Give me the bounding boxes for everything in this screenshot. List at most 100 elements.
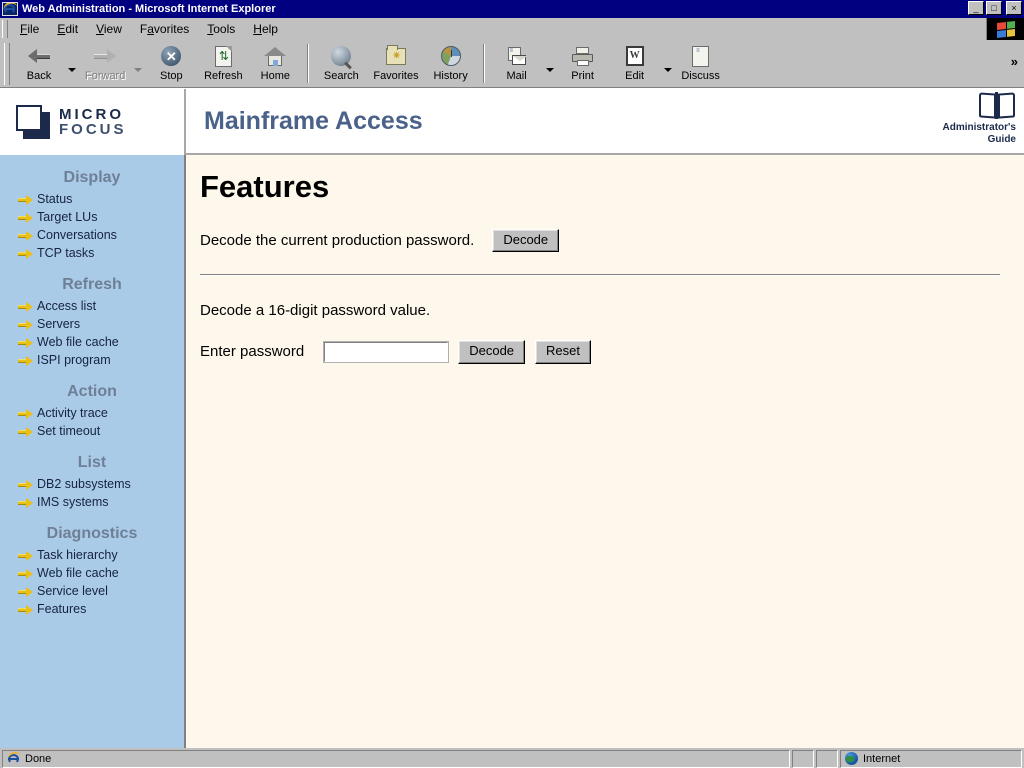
edit-dropdown-caret-icon[interactable]: [661, 40, 675, 87]
close-button[interactable]: ×: [1006, 1, 1022, 15]
sidebar-item-db2-subsystems[interactable]: DB2 subsystems: [0, 475, 184, 493]
toolbar-favorites-label: Favorites: [373, 70, 418, 82]
forward-arrow-icon: [94, 44, 116, 68]
toolbar-discuss-button[interactable]: ≡ Discuss: [675, 40, 727, 87]
mail-dropdown-caret-icon[interactable]: [543, 40, 557, 87]
sidebar-item-target-lus[interactable]: Target LUs: [0, 208, 184, 226]
decode-value-text: Decode a 16-digit password value.: [200, 302, 430, 319]
ie-animated-logo: [986, 18, 1024, 40]
toolbar-print-label: Print: [571, 70, 594, 82]
restore-button[interactable]: □: [986, 1, 1002, 15]
sidebar-item-ispi-program[interactable]: ISPI program: [0, 351, 184, 369]
nav-group-display: Display Status Target LUs Conversations …: [0, 167, 184, 262]
toolbar-overflow-chevron-icon[interactable]: »: [1011, 54, 1018, 69]
sidebar-label: Features: [37, 602, 86, 616]
window-title-bar: Web Administration - Microsoft Internet …: [0, 0, 1024, 18]
sidebar-label: Servers: [37, 317, 80, 331]
sidebar-item-access-list[interactable]: Access list: [0, 297, 184, 315]
toolbar-edit-label: Edit: [625, 70, 644, 82]
decode-current-button[interactable]: Decode: [492, 229, 559, 252]
brand-line-1: MICRO: [59, 107, 127, 122]
toolbar-back-button[interactable]: Back: [13, 40, 65, 87]
arrow-bullet-icon: [18, 587, 34, 596]
menu-item-edit[interactable]: Edit: [48, 20, 87, 38]
stop-icon: ✕: [161, 44, 181, 68]
arrow-bullet-icon: [18, 195, 34, 204]
discuss-icon: ≡: [692, 44, 709, 68]
toolbar-mail-button[interactable]: ≡ Mail: [491, 40, 543, 87]
sidebar-label: DB2 subsystems: [37, 477, 131, 491]
menu-item-tools[interactable]: Tools: [198, 20, 244, 38]
guide-label-line-1: Administrator's: [942, 122, 1016, 133]
sidebar-item-ims-systems[interactable]: IMS systems: [0, 493, 184, 511]
toolbar-home-button[interactable]: Home: [249, 40, 301, 87]
arrow-bullet-icon: [18, 409, 34, 418]
status-message-panel: Done: [2, 750, 790, 768]
sidebar-label: TCP tasks: [37, 246, 94, 260]
sidebar-item-set-timeout[interactable]: Set timeout: [0, 422, 184, 440]
administrators-guide-link[interactable]: Administrator's Guide: [942, 91, 1016, 145]
password-form-row: Enter password Decode Reset: [200, 340, 1000, 363]
sidebar-item-servers[interactable]: Servers: [0, 315, 184, 333]
toolbar-favorites-button[interactable]: ✷ Favorites: [367, 40, 424, 87]
main-content: Features Decode the current production p…: [186, 155, 1024, 748]
window-title-text: Web Administration - Microsoft Internet …: [22, 3, 276, 15]
arrow-bullet-icon: [18, 356, 34, 365]
menu-item-view[interactable]: View: [87, 20, 131, 38]
toolbar-refresh-button[interactable]: ⇅ Refresh: [197, 40, 249, 87]
nav-heading-action: Action: [0, 381, 184, 404]
nav-group-list: List DB2 subsystems IMS systems: [0, 452, 184, 511]
toolbar-mail-label: Mail: [507, 70, 527, 82]
sidebar-item-activity-trace[interactable]: Activity trace: [0, 404, 184, 422]
menu-bar: File Edit View Favorites Tools Help: [0, 18, 1024, 40]
minimize-button[interactable]: _: [968, 1, 984, 15]
toolbar-history-label: History: [433, 70, 467, 82]
sidebar-item-tcp-tasks[interactable]: TCP tasks: [0, 244, 184, 262]
sidebar-label: IMS systems: [37, 495, 109, 509]
arrow-bullet-icon: [18, 249, 34, 258]
arrow-bullet-icon: [18, 605, 34, 614]
sidebar-label: ISPI program: [37, 353, 111, 367]
sidebar-item-conversations[interactable]: Conversations: [0, 226, 184, 244]
toolbar-search-button[interactable]: Search: [315, 40, 367, 87]
ie-page-icon: [7, 752, 21, 766]
menu-item-favorites[interactable]: Favorites: [131, 20, 198, 38]
toolbar-edit-button[interactable]: W Edit: [609, 40, 661, 87]
sidebar-item-task-hierarchy[interactable]: Task hierarchy: [0, 546, 184, 564]
toolbar-stop-label: Stop: [160, 70, 183, 82]
menu-item-help[interactable]: Help: [244, 20, 287, 38]
refresh-icon: ⇅: [215, 44, 232, 68]
sidebar-item-web-file-cache-diagnostics[interactable]: Web file cache: [0, 564, 184, 582]
sidebar-item-status[interactable]: Status: [0, 190, 184, 208]
toolbar-separator-2: [483, 44, 485, 83]
search-icon: [331, 44, 351, 68]
sidebar-item-service-level[interactable]: Service level: [0, 582, 184, 600]
sidebar-label: Access list: [37, 299, 96, 313]
decode-current-password-text: Decode the current production password.: [200, 232, 474, 249]
arrow-bullet-icon: [18, 302, 34, 311]
sidebar-item-features[interactable]: Features: [0, 600, 184, 618]
reset-button[interactable]: Reset: [535, 340, 591, 363]
arrow-bullet-icon: [18, 569, 34, 578]
security-zone-panel[interactable]: Internet: [840, 750, 1022, 768]
menu-bar-grip[interactable]: [2, 20, 8, 38]
forward-dropdown-caret-icon[interactable]: [131, 40, 145, 87]
password-field-label: Enter password: [200, 343, 304, 360]
open-book-icon: [978, 91, 1016, 121]
toolbar-grip[interactable]: [4, 43, 10, 85]
back-dropdown-caret-icon[interactable]: [65, 40, 79, 87]
toolbar-print-button[interactable]: Print: [557, 40, 609, 87]
status-panel-spacer-1: [792, 750, 814, 768]
password-input[interactable]: [324, 342, 448, 362]
decode-value-button[interactable]: Decode: [458, 340, 525, 363]
toolbar-forward-button[interactable]: Forward: [79, 40, 131, 87]
print-icon: [572, 44, 594, 68]
browser-toolbar: Back Forward ✕ Stop ⇅ Refresh Home Searc…: [0, 40, 1024, 88]
menu-item-file[interactable]: File: [11, 20, 48, 38]
content-divider: [200, 274, 1000, 276]
status-panel-spacer-2: [816, 750, 838, 768]
toolbar-history-button[interactable]: History: [425, 40, 477, 87]
sidebar-item-web-file-cache-refresh[interactable]: Web file cache: [0, 333, 184, 351]
toolbar-stop-button[interactable]: ✕ Stop: [145, 40, 197, 87]
sidebar-label: Task hierarchy: [37, 548, 118, 562]
